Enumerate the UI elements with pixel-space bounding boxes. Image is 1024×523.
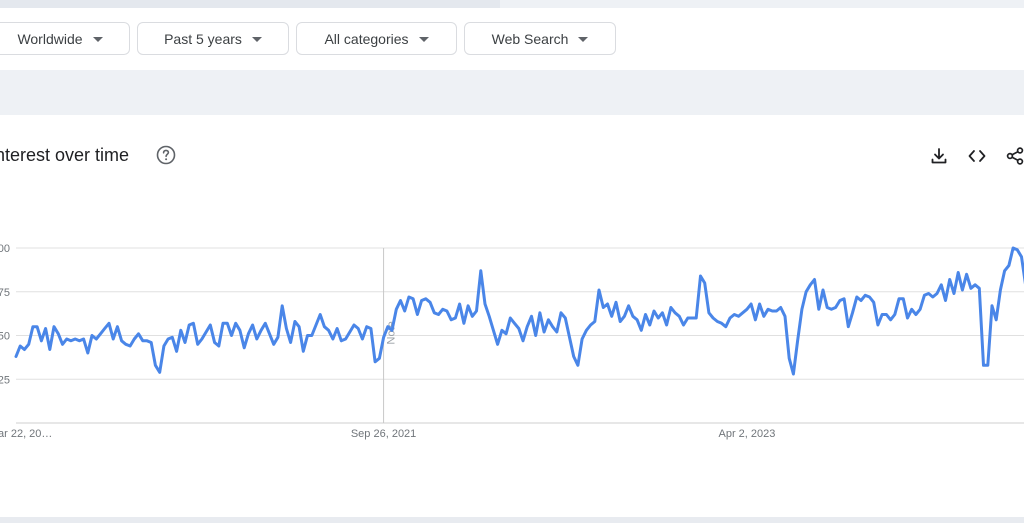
- help-circle-icon[interactable]: [156, 145, 176, 165]
- bottom-band: [0, 517, 1024, 523]
- y-tick-label: 00: [0, 243, 10, 255]
- dropdown-arrow-icon: [578, 36, 589, 42]
- x-tick-label: ar 22, 20…: [0, 428, 52, 440]
- interest-line-chart: 25 50 75 00 Note ar 22, 20… Sep 26, 2021 Apr …: [0, 243, 1024, 440]
- search-bar-edge: [0, 0, 500, 8]
- filter-region-dropdown[interactable]: Worldwide: [0, 22, 130, 55]
- x-tick-label: Sep 26, 2021: [351, 428, 416, 440]
- share-icon[interactable]: [1005, 146, 1024, 166]
- filter-search-type-dropdown[interactable]: Web Search: [464, 22, 616, 55]
- series-line: [14, 246, 1024, 376]
- y-tick-label: 25: [0, 374, 10, 386]
- top-strip: [0, 0, 1024, 8]
- y-tick-label: 75: [0, 287, 10, 299]
- note-label[interactable]: Note: [386, 321, 398, 344]
- grid-lines: [16, 247, 1024, 380]
- y-tick-label: 50: [0, 331, 10, 343]
- filter-region-label: Worldwide: [17, 30, 83, 47]
- card-title: nterest over time: [0, 145, 130, 165]
- x-tick-label: Apr 2, 2023: [718, 428, 775, 440]
- dropdown-arrow-icon: [92, 36, 103, 42]
- x-tick-labels: ar 22, 20…Sep 26, 2021Apr 2, 2023Oct 6, …: [0, 428, 775, 440]
- y-tick-labels: 25 50 75 00: [0, 243, 10, 386]
- download-icon[interactable]: [929, 146, 949, 166]
- section-gap: [0, 70, 1024, 115]
- dropdown-arrow-icon: [418, 36, 429, 42]
- filter-time-label: Past 5 years: [164, 30, 242, 47]
- filter-time-dropdown[interactable]: Past 5 years: [137, 22, 289, 55]
- filter-category-dropdown[interactable]: All categories: [296, 22, 457, 55]
- filter-category-label: All categories: [324, 30, 409, 47]
- interest-over-time-card: nterest over time 25 50 75 00 Note ar 22, 2…: [0, 115, 1024, 517]
- embed-code-icon[interactable]: [967, 146, 987, 166]
- filter-bar: Worldwide Past 5 years All categories We…: [0, 8, 1024, 70]
- filter-search-type-label: Web Search: [491, 30, 569, 47]
- dropdown-arrow-icon: [251, 36, 262, 42]
